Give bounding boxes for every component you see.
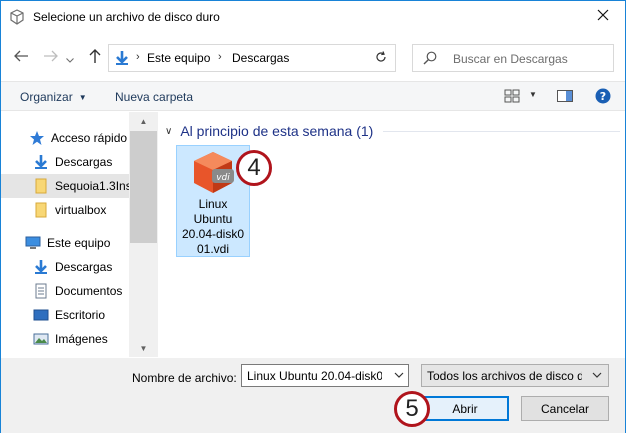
scroll-up-icon[interactable]: ▲ xyxy=(129,112,158,130)
refresh-icon xyxy=(375,50,387,66)
folder-icon xyxy=(33,178,49,194)
back-button[interactable] xyxy=(9,46,33,70)
sidebar-item-label: Este equipo xyxy=(47,236,111,250)
group-header[interactable]: ∨ Al principio de esta semana (1) xyxy=(165,122,620,140)
sidebar-item-virtualbox[interactable]: virtualbox xyxy=(1,198,129,222)
sidebar-item-quick-access[interactable]: Acceso rápido xyxy=(1,126,129,150)
pictures-icon xyxy=(33,331,49,347)
vdi-icon-text: vdi xyxy=(216,173,230,183)
star-icon xyxy=(29,130,45,146)
organize-label: Organizar xyxy=(20,90,73,104)
group-divider xyxy=(383,130,620,132)
view-options-button[interactable] xyxy=(504,89,520,106)
sidebar-item-label: virtualbox xyxy=(55,203,107,217)
breadcrumb-este-equipo[interactable]: Este equipo xyxy=(147,51,210,65)
collapse-chevron-icon: ∨ xyxy=(165,125,173,137)
forward-arrow-icon xyxy=(43,49,59,67)
breadcrumb-descargas[interactable]: Descargas xyxy=(232,51,289,65)
search-placeholder: Buscar en Descargas xyxy=(453,52,568,66)
file-name-line: Ubuntu xyxy=(193,212,233,226)
help-button[interactable]: ? xyxy=(595,88,611,107)
scroll-thumb[interactable] xyxy=(130,131,157,243)
open-button[interactable]: Abrir xyxy=(421,396,509,421)
file-name-line: 01.vdi xyxy=(196,242,230,256)
navigation-bar: › Este equipo › Descargas Buscar en Desc… xyxy=(1,41,625,75)
sidebar-item-label: Acceso rápido xyxy=(51,131,128,145)
chevron-down-icon[interactable] xyxy=(394,369,404,384)
download-arrow-icon xyxy=(33,259,49,275)
sidebar-item-label: Sequoia1.3Inst xyxy=(55,179,129,193)
step-5-annotation: 5 xyxy=(394,391,430,427)
sidebar-item-label: Imágenes xyxy=(55,332,108,346)
navigation-pane: Acceso rápido Descargas Sequoia1.3Inst v… xyxy=(1,112,158,357)
step-4-annotation: 4 xyxy=(236,150,272,186)
sidebar-scrollbar[interactable]: ▲ ▼ xyxy=(129,112,158,357)
command-toolbar: Organizar ▼ Nueva carpeta ▼ ? xyxy=(1,81,625,111)
filename-field[interactable]: Linux Ubuntu 20.04-disk001.vdi xyxy=(247,369,382,383)
recent-locations-button[interactable] xyxy=(63,46,77,70)
address-bar[interactable]: › Este equipo › Descargas xyxy=(108,44,469,72)
virtualbox-app-icon xyxy=(9,9,25,25)
organize-menu-button[interactable]: Organizar ▼ xyxy=(20,90,87,104)
download-location-icon xyxy=(114,50,130,69)
search-icon xyxy=(423,51,437,68)
preview-pane-icon xyxy=(557,90,573,106)
close-icon xyxy=(597,9,609,24)
chevron-down-icon xyxy=(66,50,74,67)
view-dropdown-icon[interactable]: ▼ xyxy=(529,90,537,99)
svg-text:?: ? xyxy=(600,90,606,103)
forward-button[interactable] xyxy=(39,46,63,70)
sidebar-item-este-equipo[interactable]: Este equipo xyxy=(1,231,129,255)
sidebar-item-imagenes[interactable]: Imágenes xyxy=(1,327,129,351)
search-input[interactable]: Buscar en Descargas xyxy=(412,44,614,72)
close-button[interactable] xyxy=(580,1,625,32)
desktop-icon xyxy=(33,307,49,323)
sidebar-item-label: Descargas xyxy=(55,260,113,274)
cancel-button[interactable]: Cancelar xyxy=(521,396,609,421)
help-icon: ? xyxy=(595,88,611,107)
breadcrumb-separator-icon: › xyxy=(218,51,222,63)
file-type-filter-value: Todos los archivos de disco duro xyxy=(427,369,582,383)
scroll-down-icon[interactable]: ▼ xyxy=(129,339,158,357)
folder-icon xyxy=(33,202,49,218)
dialog-footer: Nombre de archivo: Linux Ubuntu 20.04-di… xyxy=(1,358,625,433)
document-icon xyxy=(33,283,49,299)
caret-down-icon: ▼ xyxy=(78,93,87,102)
new-folder-button[interactable]: Nueva carpeta xyxy=(115,90,193,104)
filename-label: Nombre de archivo: xyxy=(132,371,237,385)
file-type-filter-select[interactable]: Todos los archivos de disco duro xyxy=(421,364,609,387)
file-open-dialog: Selecione un archivo de disco duro › Est… xyxy=(0,0,626,433)
file-name-line: 20.04-disk0 xyxy=(181,227,245,241)
vdi-file-icon: vdi xyxy=(190,149,236,198)
up-button[interactable] xyxy=(83,46,107,70)
sidebar-item-label: Escritorio xyxy=(55,308,106,322)
view-grid-icon xyxy=(504,89,520,106)
download-arrow-icon xyxy=(33,154,49,170)
sidebar-item-descargas[interactable]: Descargas xyxy=(1,150,129,174)
group-header-label: Al principio de esta semana (1) xyxy=(180,123,374,139)
chevron-down-icon xyxy=(592,369,602,384)
back-arrow-icon xyxy=(13,49,29,67)
file-list-pane: ∨ Al principio de esta semana (1) vdi Li… xyxy=(159,112,625,357)
sidebar-item-label: Descargas xyxy=(55,155,113,169)
file-name-label: Linux Ubuntu 20.04-disk0 01.vdi xyxy=(177,197,249,257)
sidebar-item-documentos[interactable]: Documentos xyxy=(1,279,129,303)
refresh-button[interactable] xyxy=(367,44,396,72)
up-arrow-icon xyxy=(88,48,102,68)
preview-pane-button[interactable] xyxy=(557,89,573,106)
sidebar-item-escritorio[interactable]: Escritorio xyxy=(1,303,129,327)
filename-combobox[interactable]: Linux Ubuntu 20.04-disk001.vdi xyxy=(241,364,409,387)
title-bar: Selecione un archivo de disco duro xyxy=(1,1,625,32)
computer-icon xyxy=(25,235,41,251)
breadcrumb-separator-icon: › xyxy=(136,51,140,63)
sidebar-item-sequoia[interactable]: Sequoia1.3Inst xyxy=(1,174,129,198)
file-name-line: Linux xyxy=(198,197,228,211)
sidebar-item-descargas-pc[interactable]: Descargas xyxy=(1,255,129,279)
sidebar-item-label: Documentos xyxy=(55,284,123,298)
window-title: Selecione un archivo de disco duro xyxy=(33,10,220,24)
